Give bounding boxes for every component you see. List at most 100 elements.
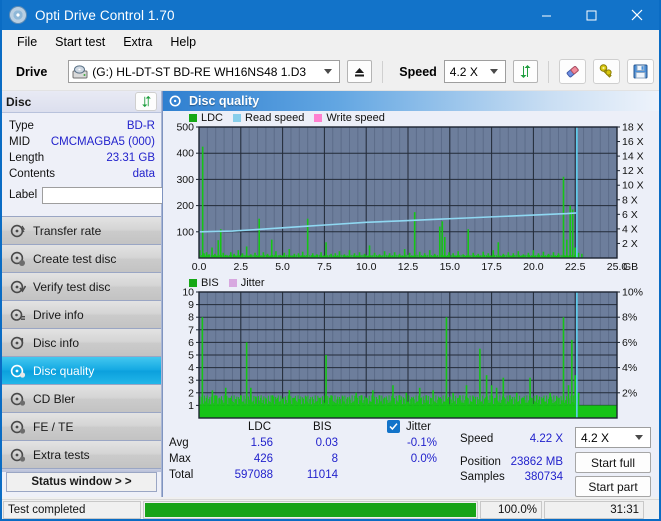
sidebar-item-label: CD Bler: [33, 391, 76, 406]
jitter-checkbox[interactable]: [387, 420, 400, 433]
close-icon[interactable]: [614, 0, 659, 30]
minimize-icon[interactable]: [524, 0, 569, 30]
sidebar-item-verify-test-disc[interactable]: Verify test disc: [2, 273, 161, 301]
menu-item-help[interactable]: Help: [161, 32, 205, 52]
disc-info-row-contents: Contents data: [9, 166, 155, 182]
disc-mid-label: MID: [9, 136, 31, 148]
svg-text:10.0: 10.0: [356, 261, 377, 273]
disc-contents-value: data: [132, 168, 155, 180]
menu-item-file[interactable]: File: [8, 32, 46, 52]
svg-text:400: 400: [176, 148, 194, 160]
legend-label-jitter: Jitter: [240, 277, 265, 289]
svg-text:6 X: 6 X: [622, 209, 638, 221]
drive-label: Drive: [16, 64, 48, 79]
left-panel: Disc Type BD-R MID CMCMAGBA5 (000) Lengt…: [2, 91, 218, 497]
sidebar-item-label: Disc quality: [33, 363, 95, 378]
svg-text:0.0: 0.0: [192, 261, 207, 273]
test-speed-value: 4.2 X: [581, 430, 610, 445]
sidebar-item-disc-quality[interactable]: Disc quality: [2, 357, 161, 385]
chevron-down-icon: [635, 435, 643, 440]
sidebar-item-label: Create test disc: [33, 251, 117, 266]
refresh-button[interactable]: [512, 60, 538, 83]
bis-chart-canvas[interactable]: 123456789102%4%6%8%10%0.02.55.07.510.012…: [163, 276, 659, 436]
svg-text:4%: 4%: [622, 362, 637, 374]
disc-info-row-mid: MID CMCMAGBA5 (000): [9, 134, 155, 150]
svg-text:22.5: 22.5: [565, 261, 586, 273]
sidebar-item-drive-info[interactable]: Drive info: [2, 301, 161, 329]
jitter-avg-value: -0.1%: [406, 437, 437, 449]
disc-panel-header: Disc: [2, 91, 161, 113]
svg-text:8: 8: [188, 312, 194, 324]
speed-value: 4.2 X: [449, 64, 478, 79]
sidebar-nav: Transfer rate Create test disc Verify te…: [2, 216, 161, 469]
stats-col-ldc: LDC: [248, 421, 272, 433]
start-full-button[interactable]: Start full: [575, 452, 651, 473]
main-body: Disc Type BD-R MID CMCMAGBA5 (000) Lengt…: [2, 91, 659, 497]
svg-text:GB: GB: [623, 261, 638, 273]
svg-text:12 X: 12 X: [622, 165, 644, 177]
drive-select[interactable]: (G:) HL-DT-ST BD-RE WH16NS48 1.D3: [68, 60, 341, 83]
sidebar-item-cd-bler[interactable]: CD Bler: [2, 385, 161, 413]
sidebar-item-label: Verify test disc: [33, 279, 111, 294]
svg-text:17.5: 17.5: [481, 261, 502, 273]
disc-speed-icon: [10, 223, 26, 239]
disc-refresh-button[interactable]: [135, 92, 157, 111]
settings-button[interactable]: [592, 59, 620, 84]
disc-label-label: Label: [9, 189, 38, 201]
svg-text:2%: 2%: [622, 387, 637, 399]
svg-text:200: 200: [176, 200, 194, 212]
start-part-button[interactable]: Start part: [575, 476, 651, 497]
stats-panel: LDC BIS Avg 1.56 0.03 Max 426 8 Total 59…: [163, 419, 659, 497]
stats-row-label-total: Total: [169, 469, 194, 481]
menu-item-extra[interactable]: Extra: [114, 32, 161, 52]
disc-bler-icon: [10, 391, 26, 407]
svg-text:8%: 8%: [622, 312, 637, 324]
disc-extra-icon: [10, 447, 26, 463]
eraser-button[interactable]: [558, 59, 586, 84]
eject-button[interactable]: [347, 60, 373, 83]
sidebar-item-create-test-disc[interactable]: Create test disc: [2, 245, 161, 273]
resize-grip[interactable]: [646, 500, 658, 519]
legend-swatch-ldc: [189, 114, 197, 122]
svg-text:2 X: 2 X: [622, 238, 638, 250]
ldc-chart-canvas[interactable]: 1002003004005002 X4 X6 X8 X10 X12 X14 X1…: [163, 111, 659, 276]
drive-toolbar: Drive (G:) HL-DT-ST BD-RE WH16NS48 1.D3 …: [2, 53, 659, 91]
stats-row-label-max: Max: [169, 453, 191, 465]
disc-info-row-length: Length 23.31 GB: [9, 150, 155, 166]
sidebar-item-label: Transfer rate: [33, 223, 102, 238]
toolbar-divider: [382, 60, 384, 83]
maximize-icon[interactable]: [569, 0, 614, 30]
status-window-button[interactable]: Status window > >: [6, 472, 157, 492]
legend-label-write-speed: Write speed: [326, 112, 385, 124]
app-window: Opti Drive Control 1.70 File Start test …: [0, 0, 661, 521]
jitter-label: Jitter: [406, 421, 431, 433]
toolbar-divider: [547, 60, 549, 83]
menu-item-start-test[interactable]: Start test: [46, 32, 114, 52]
legend-label-ldc: LDC: [201, 112, 224, 124]
speed-select[interactable]: 4.2 X: [443, 60, 506, 83]
stats-row-label-avg: Avg: [169, 437, 189, 449]
chevron-down-icon: [324, 69, 333, 74]
svg-text:6: 6: [188, 337, 194, 349]
test-speed-select[interactable]: 4.2 X: [575, 427, 651, 448]
sidebar-item-transfer-rate[interactable]: Transfer rate: [2, 217, 161, 245]
svg-text:4: 4: [188, 362, 194, 374]
menu-bar: File Start test Extra Help: [2, 30, 659, 53]
sidebar-item-disc-info[interactable]: Disc info: [2, 329, 161, 357]
save-button[interactable]: [626, 59, 654, 84]
stats-max-ldc: 426: [253, 453, 273, 465]
sidebar-item-fe-te[interactable]: FE / TE: [2, 413, 161, 441]
sidebar-item-label: Extra tests: [33, 447, 90, 462]
svg-text:8 X: 8 X: [622, 194, 638, 206]
legend-swatch-read-speed: [233, 114, 242, 122]
svg-text:9: 9: [188, 299, 194, 311]
sidebar-item-extra-tests[interactable]: Extra tests: [2, 441, 161, 469]
disc-quality-header: Disc quality: [163, 91, 659, 111]
svg-text:16 X: 16 X: [622, 136, 644, 148]
speed-label: Speed: [399, 64, 437, 79]
progress-fill: [145, 502, 476, 517]
svg-text:14 X: 14 X: [622, 151, 644, 163]
sidebar-item-label: Disc info: [33, 335, 80, 350]
disc-contents-label: Contents: [9, 168, 56, 180]
disc-panel-title: Disc: [6, 94, 32, 109]
